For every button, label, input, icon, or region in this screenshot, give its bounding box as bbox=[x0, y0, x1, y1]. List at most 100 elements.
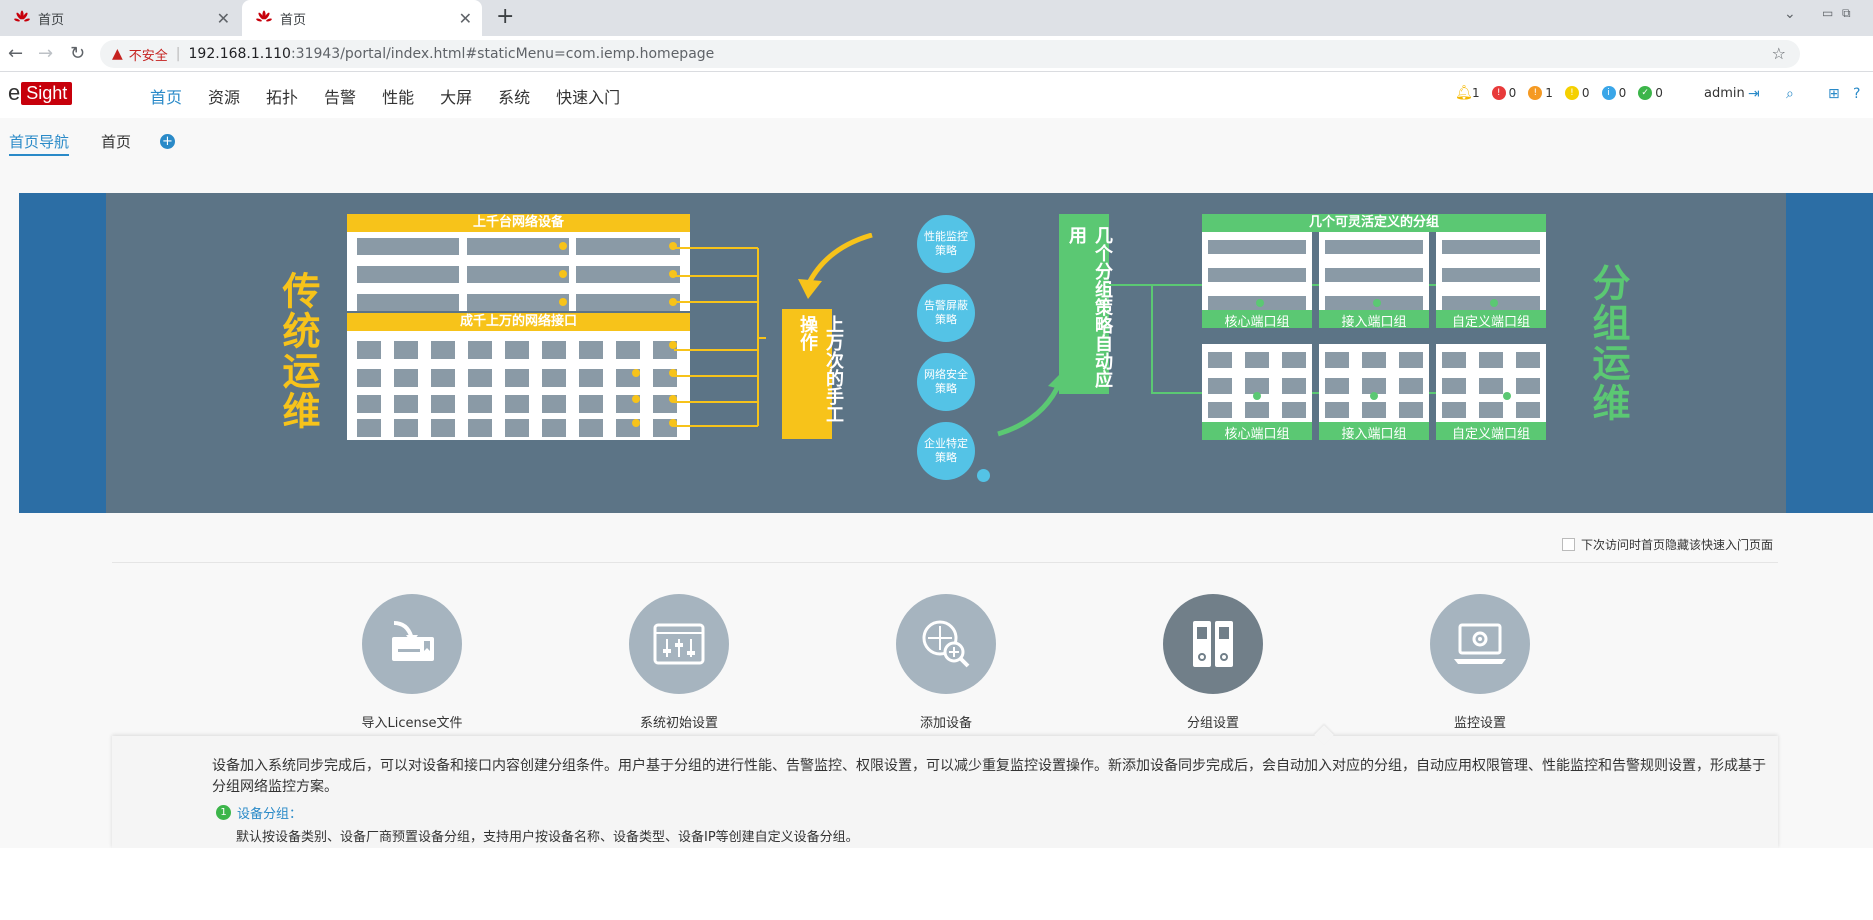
sitemap-icon[interactable]: ⊞ bbox=[1828, 86, 1840, 102]
step-group-settings[interactable]: 分组设置 bbox=[1113, 594, 1313, 731]
minimize-icon[interactable]: ▭ bbox=[1822, 6, 1833, 20]
alarm-cleared[interactable]: ✓ 0 bbox=[1638, 86, 1663, 100]
devices-header: 上千台网络设备 bbox=[347, 214, 690, 232]
app-header: e Sight 首页 资源 拓扑 告警 性能 大屏 系统 快速入门 🔔︎ 1 !… bbox=[0, 72, 1873, 118]
user-name[interactable]: admin bbox=[1704, 86, 1745, 101]
major-icon: ! bbox=[1528, 86, 1543, 100]
browser-tab-bar: 首页 ✕ 首页 ✕ + ⌄ ▭ ⧉ bbox=[0, 0, 1873, 36]
step-system-init[interactable]: 系统初始设置 bbox=[579, 594, 779, 731]
banner-illustration: 传统运维 上千台网络设备 成千上万的网络接口 上万次的手工操作 性能监控策略 告… bbox=[106, 193, 1786, 513]
devices-panel bbox=[347, 232, 690, 311]
ports-header: 成千上万的网络接口 bbox=[347, 313, 690, 331]
alarm-warning[interactable]: i 0 bbox=[1601, 86, 1626, 100]
group-ops-title: 分组运维 bbox=[1586, 263, 1630, 423]
item-number-badge: 1 bbox=[216, 805, 231, 820]
alarm-bell[interactable]: 🔔︎ 1 bbox=[1455, 86, 1480, 100]
page-bottom-blank bbox=[0, 848, 1873, 920]
help-icon[interactable]: ? bbox=[1853, 86, 1860, 102]
bookmark-star-icon[interactable]: ☆ bbox=[1772, 44, 1786, 63]
cleared-check-icon: ✓ bbox=[1638, 86, 1653, 100]
step-monitor-settings[interactable]: 监控设置 bbox=[1380, 594, 1580, 731]
step-description-panel: 设备加入系统同步完成后，可以对设备和接口内容创建分组条件。用户基于分组的进行性能… bbox=[112, 725, 1778, 848]
warning-icon: ▲ bbox=[112, 46, 123, 62]
alarm-minor[interactable]: ! 0 bbox=[1564, 86, 1590, 100]
description-item-title: 1 设备分组： bbox=[216, 803, 302, 822]
url-input[interactable]: ▲ 不安全 | 192.168.1.110 :31943/portal/inde… bbox=[100, 40, 1800, 68]
restore-icon[interactable]: ⧉ bbox=[1842, 6, 1851, 21]
step-label: 监控设置 bbox=[1453, 716, 1506, 731]
nav-topology[interactable]: 拓扑 bbox=[266, 84, 298, 108]
insecure-label: 不安全 bbox=[128, 48, 168, 64]
forward-icon[interactable]: → bbox=[38, 43, 53, 64]
manual-ops-text: 上万次的手工操作 bbox=[797, 315, 844, 423]
divider bbox=[112, 562, 1778, 563]
new-tab-icon[interactable]: + bbox=[496, 4, 514, 29]
policy-alarm-mask: 告警屏蔽策略 bbox=[917, 284, 975, 342]
hide-quickstart-checkbox[interactable] bbox=[1562, 538, 1575, 551]
monitor-laptop-icon bbox=[1430, 594, 1530, 694]
group-label-access: 接入端口组 bbox=[1341, 315, 1407, 330]
step-add-device[interactable]: 添加设备 bbox=[846, 594, 1046, 731]
group-label-access: 接入端口组 bbox=[1341, 427, 1407, 442]
group-binder-icon bbox=[1163, 594, 1263, 694]
tab-title: 首页 bbox=[280, 12, 307, 28]
nav-quickstart[interactable]: 快速入门 bbox=[556, 84, 620, 108]
bell-icon: 🔔︎ bbox=[1455, 85, 1473, 101]
alarm-critical[interactable]: ! 0 bbox=[1491, 86, 1516, 100]
group-label-custom: 自定义端口组 bbox=[1451, 315, 1530, 330]
huawei-favicon-icon bbox=[256, 10, 272, 26]
nav-system[interactable]: 系统 bbox=[498, 84, 530, 108]
reload-icon[interactable]: ↻ bbox=[70, 43, 85, 64]
add-tab-icon[interactable]: + bbox=[160, 134, 175, 149]
nav-alarm[interactable]: 告警 bbox=[324, 84, 356, 108]
step-label: 导入License文件 bbox=[361, 716, 463, 731]
yellow-arrow-icon bbox=[798, 233, 873, 299]
close-icon[interactable]: ✕ bbox=[217, 9, 230, 28]
groups-header: 几个可灵活定义的分组 bbox=[1202, 214, 1546, 232]
main-nav: 首页 资源 拓扑 告警 性能 大屏 系统 快速入门 bbox=[150, 84, 646, 108]
description-item-text: 默认按设备类别、设备厂商预置设备分组，支持用户按设备名称、设备类型、设备IP等创… bbox=[236, 830, 859, 845]
nav-bigscreen[interactable]: 大屏 bbox=[440, 84, 472, 108]
warning-info-icon: i bbox=[1601, 86, 1616, 100]
step-label: 分组设置 bbox=[1186, 716, 1239, 731]
search-icon[interactable]: ⌕ bbox=[1786, 86, 1794, 102]
network-ports-graphic bbox=[357, 341, 677, 437]
device-racks-graphic bbox=[357, 238, 680, 311]
hide-quickstart-label: 下次访问时首页隐藏该快速入门页面 bbox=[1581, 538, 1774, 552]
browser-tab-1[interactable]: 首页 ✕ bbox=[0, 0, 240, 36]
critical-icon: ! bbox=[1491, 86, 1506, 100]
back-icon[interactable]: ← bbox=[8, 43, 23, 64]
step-label: 系统初始设置 bbox=[639, 716, 718, 731]
url-path: :31943/portal/index.html#staticMenu=com.… bbox=[290, 46, 715, 62]
alarm-major[interactable]: ! 1 bbox=[1528, 86, 1553, 100]
esight-logo[interactable]: e Sight bbox=[8, 80, 73, 106]
alarm-summary: 🔔︎ 1 ! 0 ! 1 ! 0 i 0 ✓ 0 bbox=[1455, 86, 1675, 100]
panel-caret bbox=[1314, 725, 1334, 745]
tab-search-icon[interactable]: ⌄ bbox=[1784, 6, 1796, 22]
sub-nav: 首页导航 首页 + bbox=[0, 118, 1873, 162]
nav-resource[interactable]: 资源 bbox=[208, 84, 240, 108]
nav-home[interactable]: 首页 bbox=[150, 84, 182, 108]
auto-apply-box: 几个分组策略自动应用 bbox=[1059, 214, 1113, 394]
quickstart-banner: 传统运维 上千台网络设备 成千上万的网络接口 上万次的手工操作 性能监控策略 告… bbox=[19, 193, 1873, 513]
ports-panel bbox=[347, 331, 690, 440]
hide-quickstart-option[interactable]: 下次访问时首页隐藏该快速入门页面 bbox=[1562, 536, 1773, 553]
policy-performance: 性能监控策略 bbox=[917, 215, 975, 273]
policy-security: 网络安全策略 bbox=[917, 353, 975, 411]
group-label-core: 核心端口组 bbox=[1224, 315, 1290, 330]
step-import-license[interactable]: 导入License文件 bbox=[312, 594, 512, 731]
close-icon[interactable]: ✕ bbox=[459, 9, 472, 28]
settings-sliders-icon bbox=[629, 594, 729, 694]
browser-tab-2[interactable]: 首页 ✕ bbox=[242, 0, 482, 36]
policy-enterprise: 企业特定策略 bbox=[917, 422, 975, 480]
subnav-home-navigation[interactable]: 首页导航 bbox=[9, 131, 70, 156]
group-label-core: 核心端口组 bbox=[1224, 427, 1290, 442]
add-device-icon bbox=[896, 594, 996, 694]
description-paragraph: 设备加入系统同步完成后，可以对设备和接口内容创建分组条件。用户基于分组的进行性能… bbox=[212, 758, 1766, 795]
tab-title: 首页 bbox=[38, 12, 65, 28]
nav-performance[interactable]: 性能 bbox=[382, 84, 414, 108]
logout-icon[interactable]: ⇥ bbox=[1748, 86, 1760, 102]
minor-icon: ! bbox=[1564, 86, 1579, 100]
subnav-home[interactable]: 首页 bbox=[101, 131, 131, 152]
traditional-ops-title: 传统运维 bbox=[276, 271, 320, 431]
